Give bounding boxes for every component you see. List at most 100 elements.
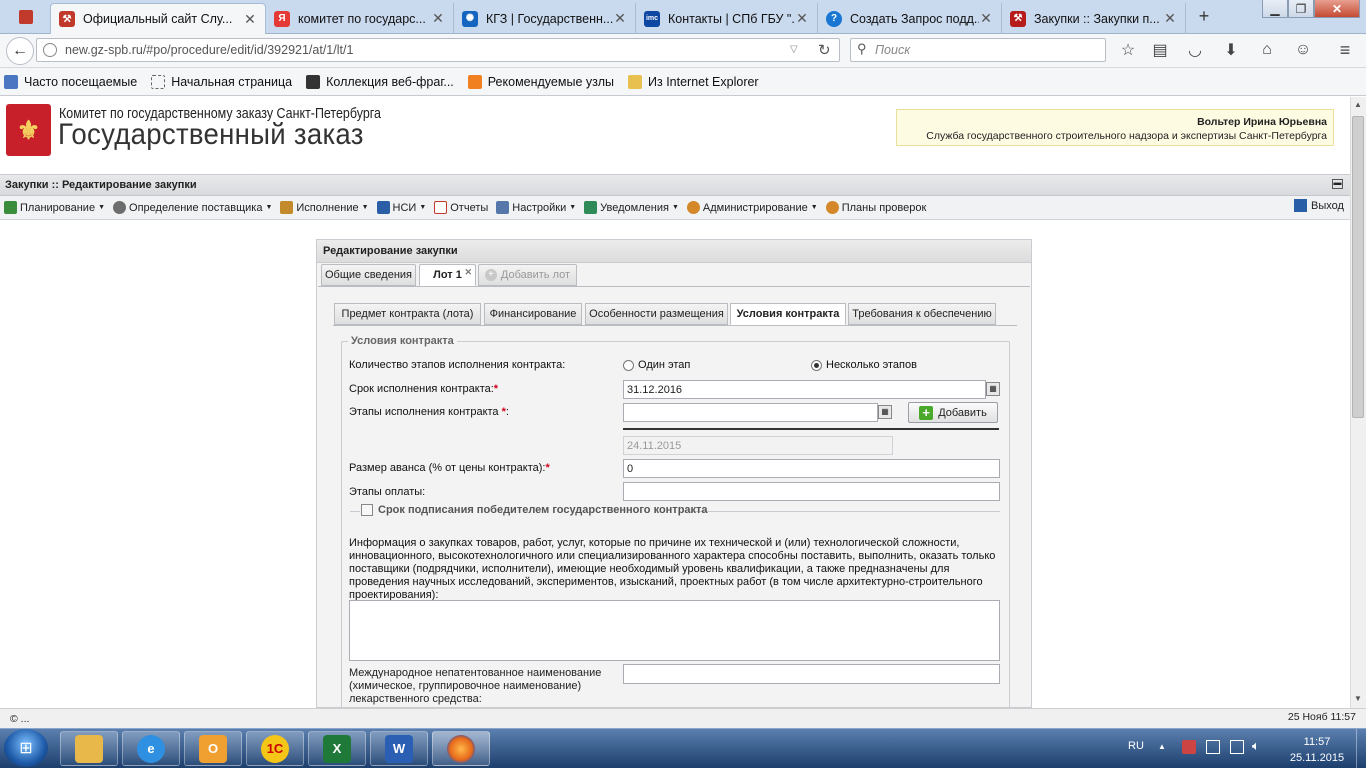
tab-5[interactable]: ⚒ Закупки :: Закупки п... ✕ (1002, 3, 1186, 34)
tray-icon-devices[interactable] (1206, 740, 1220, 754)
stages-separator (623, 428, 999, 430)
menu-settings[interactable]: Настройки ▼ (496, 201, 576, 214)
close-tab-icon[interactable]: ✕ (464, 267, 472, 278)
tab-lot-1[interactable]: Лот 1 ✕ (419, 264, 476, 286)
radio-multiple-stages[interactable] (811, 360, 822, 371)
taskbar-explorer[interactable] (60, 731, 118, 766)
tab-close-icon[interactable]: ✕ (979, 10, 993, 27)
minimize-button[interactable]: ▁ (1262, 0, 1288, 18)
taskbar-outlook[interactable]: O (184, 731, 242, 766)
radio-one-stage[interactable] (623, 360, 634, 371)
home-icon[interactable]: ⌂ (1256, 40, 1278, 60)
bookmark-item[interactable]: Рекомендуемые узлы (467, 74, 614, 89)
tab-close-icon[interactable]: ✕ (795, 10, 809, 27)
subtab-financing[interactable]: Финансирование (484, 303, 582, 325)
close-window-button[interactable]: ✕ (1314, 0, 1360, 18)
tab-close-icon[interactable]: ✕ (613, 10, 627, 27)
tab-3[interactable]: imc Контакты | СПб ГБУ "... ✕ (636, 3, 818, 34)
subtab-contract-terms[interactable]: Условия контракта (730, 303, 846, 325)
pocket-icon[interactable]: ◡ (1184, 40, 1206, 60)
execution-stages-label: Этапы исполнения контракта *: (349, 406, 509, 418)
tab-label: Закупки :: Закупки п... (1034, 11, 1160, 26)
scroll-up-icon[interactable]: ▲ (1354, 100, 1362, 109)
tab-general[interactable]: Общие сведения (321, 264, 416, 286)
dropdown-arrow-icon[interactable]: ▽ (790, 44, 798, 55)
taskbar-firefox[interactable] (432, 731, 490, 766)
menu-nsi[interactable]: НСИ ▼ (376, 201, 426, 214)
folder-icon (628, 74, 642, 89)
reload-icon[interactable]: ↻ (818, 41, 831, 59)
collapse-icon[interactable]: ▬ (1332, 179, 1343, 189)
subtab-subject[interactable]: Предмет контракта (лота) (334, 303, 481, 325)
bookmark-item[interactable]: Коллекция веб-фраг... (306, 74, 454, 89)
tray-icon-security[interactable] (1182, 740, 1196, 754)
menu-inspection-plans[interactable]: Планы проверок (825, 201, 926, 214)
new-tab-button[interactable]: + (1192, 6, 1216, 28)
menu-notifications[interactable]: Уведомления ▼ (584, 201, 679, 214)
calendar-icon[interactable]: ▦ (878, 405, 892, 419)
maximize-button[interactable]: ❐ (1288, 0, 1314, 18)
tab-2[interactable]: ✺ КГЗ | Государственн... ✕ (454, 3, 636, 34)
payment-stages-label: Этапы оплаты: (349, 486, 426, 498)
payment-stages-input[interactable] (623, 482, 1000, 501)
add-icon: + (484, 269, 497, 281)
download-icon[interactable]: ⬇ (1220, 40, 1242, 60)
system-clock[interactable]: 11:57 25.11.2015 (1280, 734, 1354, 766)
required-marker: * (501, 406, 506, 418)
execution-stage-date-input[interactable] (623, 403, 878, 422)
menu-reports[interactable]: Отчеты (434, 201, 488, 214)
menu-supplier[interactable]: Определение поставщика ▼ (113, 201, 272, 214)
taskbar-excel[interactable]: X (308, 731, 366, 766)
scrollbar-thumb[interactable] (1352, 116, 1364, 418)
add-stage-button[interactable]: + Добавить (908, 402, 998, 423)
1c-icon: 1C (261, 734, 289, 763)
tab-close-icon[interactable]: ✕ (431, 10, 445, 27)
url-input[interactable]: new.gz-spb.ru/#po/procedure/edit/id/3929… (36, 38, 840, 62)
tray-expand-icon[interactable]: ▲ (1158, 742, 1166, 751)
menu-execution[interactable]: Исполнение ▼ (280, 201, 369, 214)
exit-button[interactable]: Выход (1294, 199, 1344, 212)
volume-icon[interactable]: 🔈︎ (1252, 738, 1260, 754)
tab-add-lot[interactable]: + Добавить лот (478, 264, 577, 286)
bookmarks-bar: Часто посещаемые Начальная страница Колл… (0, 68, 1366, 96)
tab-1[interactable]: Я комитет по государс... ✕ (266, 3, 454, 34)
subtab-placement[interactable]: Особенности размещения (585, 303, 728, 325)
subtab-security[interactable]: Требования к обеспечению (848, 303, 996, 325)
bookmark-item[interactable]: Часто посещаемые (4, 74, 137, 89)
menu-administration[interactable]: Администрирование ▼ (686, 201, 818, 214)
user-organization: Служба государственного строительного на… (926, 130, 1327, 142)
calendar-icon[interactable]: ▦ (986, 382, 1000, 396)
tab-4[interactable]: ? Создать Запрос подд... ✕ (818, 3, 1002, 34)
contract-term-input[interactable]: 31.12.2016 (623, 380, 986, 399)
bookmark-star-icon[interactable]: ☆ (1117, 40, 1139, 60)
taskbar-ie[interactable]: e (122, 731, 180, 766)
tab-label: комитет по государс... (298, 11, 426, 26)
taskbar-1c[interactable]: 1C (246, 731, 304, 766)
language-indicator[interactable]: RU (1128, 740, 1144, 752)
taskbar-word[interactable]: W (370, 731, 428, 766)
tray-icon-network[interactable] (1230, 740, 1244, 754)
reading-list-icon[interactable]: ▤ (1149, 40, 1171, 60)
tab-close-icon[interactable]: ✕ (243, 11, 257, 28)
info-textarea[interactable] (349, 600, 1000, 661)
advance-input[interactable]: 0 (623, 459, 1000, 478)
search-input[interactable]: ⚲ Поиск (850, 38, 1106, 62)
tab-0[interactable]: ⚒ Официальный сайт Слу... ✕ (50, 3, 266, 34)
user-info: Вольтер Ирина Юрьевна Служба государстве… (896, 109, 1334, 146)
signing-term-checkbox[interactable] (361, 504, 373, 516)
hamburger-menu-icon[interactable]: ≡ (1334, 40, 1356, 60)
menu-planning[interactable]: Планирование ▼ (4, 201, 105, 214)
back-button[interactable]: ← (6, 37, 34, 65)
mnn-input[interactable] (623, 664, 1000, 684)
bookmark-item[interactable]: Из Internet Explorer (628, 74, 759, 89)
tab-close-icon[interactable]: ✕ (1163, 10, 1177, 27)
windows-logo-icon: ⊞ (19, 740, 33, 757)
scroll-down-icon[interactable]: ▼ (1354, 694, 1362, 703)
hello-icon[interactable]: ☺ (1292, 40, 1314, 60)
start-button[interactable]: ⊞ (4, 729, 48, 767)
signing-term-toggle[interactable]: Срок подписания победителем государствен… (361, 504, 708, 516)
user-admin-icon (686, 201, 700, 214)
show-desktop-button[interactable] (1356, 729, 1366, 768)
bookmark-item[interactable]: Начальная страница (151, 74, 292, 89)
firefox-menu-icon[interactable] (8, 6, 44, 28)
